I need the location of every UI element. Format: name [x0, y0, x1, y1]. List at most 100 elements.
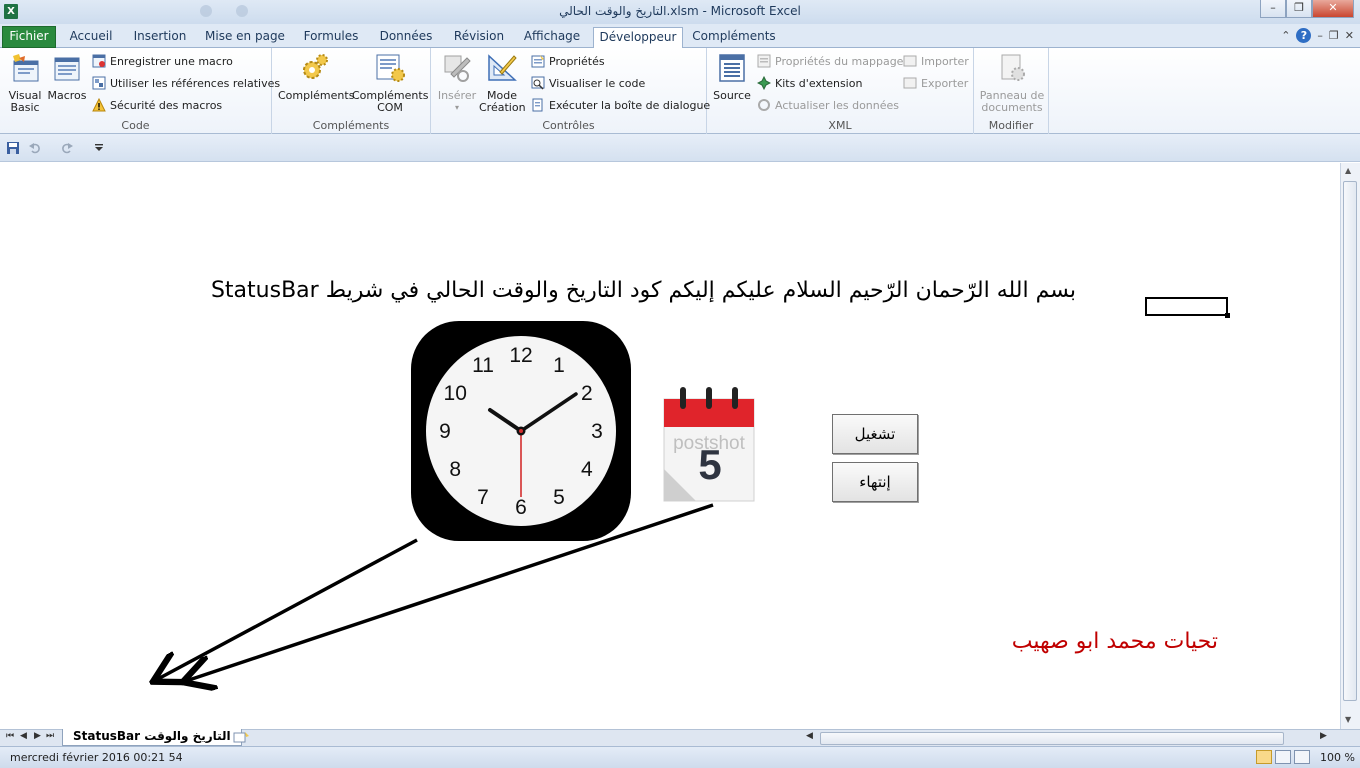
- record-macro-button[interactable]: Enregistrer une macro: [92, 52, 233, 70]
- page-layout-view-icon[interactable]: [1275, 750, 1291, 764]
- arrow-line: [186, 503, 714, 681]
- prev-sheet-icon[interactable]: ◀: [20, 731, 27, 741]
- window-controls: – ❐ ✕: [1260, 0, 1354, 20]
- sheet-tab-active[interactable]: التاريخ والوقت StatusBar: [62, 729, 242, 746]
- map-properties-button[interactable]: Propriétés du mappage: [757, 52, 903, 70]
- excel-window: X التاريخ والوقت الحالي.xlsm - Microsoft…: [0, 0, 1360, 768]
- arrow-line: [156, 538, 418, 680]
- help-icon[interactable]: ?: [1296, 28, 1312, 43]
- close-button[interactable]: ✕: [1312, 0, 1354, 18]
- worksheet[interactable]: بسم الله الرّحمان الرّحيم السلام عليكم إ…: [0, 163, 1340, 729]
- design-mode-label: Mode Création: [479, 89, 526, 114]
- restore-button[interactable]: ❐: [1286, 0, 1312, 18]
- expansion-packs-icon: [757, 76, 771, 90]
- quick-access-toolbar: [0, 134, 1360, 162]
- tab-mise-en-page[interactable]: Mise en page: [202, 27, 288, 48]
- visual-basic-button[interactable]: Visual Basic: [4, 52, 46, 114]
- tab-formules[interactable]: Formules: [298, 27, 364, 48]
- design-mode-button[interactable]: Mode Création: [479, 52, 526, 114]
- import-label: Importer: [921, 54, 969, 68]
- next-sheet-icon[interactable]: ▶: [34, 731, 41, 741]
- properties-label: Propriétés: [549, 54, 605, 68]
- status-bar: mercredi février 2016 00:21 54 100 %: [0, 746, 1360, 768]
- export-label: Exporter: [921, 76, 969, 90]
- export-button[interactable]: Exporter: [903, 74, 968, 92]
- workbook-close-icon[interactable]: ✕: [1345, 29, 1354, 42]
- ribbon: Visual Basic Macros Enregistrer une macr…: [0, 48, 1360, 134]
- status-text: mercredi février 2016 00:21 54: [10, 751, 183, 764]
- import-button[interactable]: Importer: [903, 52, 969, 70]
- macro-security-label: Sécurité des macros: [110, 98, 223, 112]
- scroll-down-icon[interactable]: ▼: [1345, 715, 1351, 724]
- macros-button[interactable]: Macros: [46, 52, 88, 102]
- tab-insertion[interactable]: Insertion: [128, 27, 192, 48]
- complements-label: Compléments: [278, 89, 355, 102]
- view-code-icon: [531, 76, 545, 90]
- visual-basic-icon: [13, 54, 39, 82]
- last-sheet-icon[interactable]: ⏭: [46, 731, 54, 741]
- document-panel-icon: [1001, 54, 1025, 81]
- zoom-level[interactable]: 100 %: [1320, 751, 1355, 764]
- export-icon: [903, 77, 917, 89]
- group-controles: Insérer ▾ Mode Création Propriétés Visua…: [431, 48, 710, 134]
- xml-source-button[interactable]: Source: [711, 52, 753, 102]
- title-bar: X التاريخ والوقت الحالي.xlsm - Microsoft…: [0, 0, 1360, 24]
- tools-icon: [444, 55, 471, 82]
- first-sheet-icon[interactable]: ⏮: [6, 731, 14, 741]
- macro-security-button[interactable]: Sécurité des macros: [92, 96, 222, 114]
- customize-toolbar-icon[interactable]: [92, 141, 106, 155]
- tab-file[interactable]: Fichier: [2, 26, 56, 48]
- horizontal-scroll-thumb[interactable]: [820, 732, 1284, 745]
- collapse-ribbon-icon[interactable]: ⌃: [1281, 29, 1290, 42]
- hscroll-left-icon[interactable]: ◀: [806, 731, 813, 741]
- insert-control-label: Insérer: [437, 89, 477, 102]
- group-code: Visual Basic Macros Enregistrer une macr…: [0, 48, 280, 134]
- pointer-arrows: [0, 503, 714, 729]
- view-code-label: Visualiser le code: [549, 76, 646, 90]
- page-break-view-icon[interactable]: [1294, 750, 1310, 764]
- complements-button[interactable]: Compléments: [278, 52, 355, 102]
- workbook-restore-icon[interactable]: ❐: [1329, 29, 1339, 42]
- properties-button[interactable]: Propriétés: [531, 52, 605, 70]
- run-dialog-label: Exécuter la boîte de dialogue: [549, 98, 711, 112]
- expansion-packs-button[interactable]: Kits d'extension: [757, 74, 862, 92]
- tab-developpeur[interactable]: Développeur: [593, 27, 683, 49]
- refresh-icon: [758, 99, 770, 111]
- redo-icon[interactable]: [60, 141, 74, 155]
- view-code-button[interactable]: Visualiser le code: [531, 74, 645, 92]
- hscroll-right-icon[interactable]: ▶: [1320, 731, 1327, 741]
- complements-com-label: Compléments COM: [352, 89, 429, 114]
- complements-com-button[interactable]: Compléments COM: [352, 52, 428, 114]
- properties-icon: [531, 55, 545, 68]
- xml-source-icon: [719, 54, 745, 82]
- refresh-data-button[interactable]: Actualiser les données: [757, 96, 899, 114]
- vertical-scrollbar[interactable]: ▲ ▼: [1340, 163, 1360, 729]
- tab-complements[interactable]: Compléments: [690, 27, 778, 48]
- save-icon[interactable]: [6, 141, 20, 155]
- scroll-up-icon[interactable]: ▲: [1345, 166, 1351, 175]
- normal-view-icon[interactable]: [1256, 750, 1272, 764]
- relative-references-icon: [92, 76, 106, 90]
- run-dialog-button[interactable]: Exécuter la boîte de dialogue: [531, 96, 710, 114]
- insert-control-button[interactable]: Insérer ▾: [435, 52, 479, 114]
- record-macro-icon: [92, 54, 106, 68]
- ribbon-tabs: Fichier Accueil Insertion Mise en page F…: [0, 24, 1360, 49]
- map-properties-icon: [757, 54, 771, 68]
- minimize-button[interactable]: –: [1260, 0, 1286, 18]
- document-panel-button[interactable]: Panneau de documents: [978, 52, 1046, 114]
- workbook-minimize-icon[interactable]: –: [1317, 29, 1323, 42]
- design-mode-icon: [488, 54, 517, 81]
- tab-donnees[interactable]: Données: [374, 27, 438, 48]
- tab-accueil[interactable]: Accueil: [64, 27, 118, 48]
- ribbon-right-controls: ⌃ ? – ❐ ✕: [1281, 28, 1354, 43]
- tab-affichage[interactable]: Affichage: [518, 27, 586, 48]
- group-label-xml: XML: [828, 119, 852, 132]
- insert-sheet-icon[interactable]: [232, 731, 250, 744]
- refresh-data-label: Actualiser les données: [775, 98, 900, 112]
- undo-icon[interactable]: [28, 141, 42, 155]
- document-panel-label: Panneau de documents: [979, 89, 1045, 114]
- tab-revision[interactable]: Révision: [448, 27, 510, 48]
- vertical-scroll-thumb[interactable]: [1343, 181, 1357, 701]
- relative-references-button[interactable]: Utiliser les références relatives: [92, 74, 280, 92]
- macros-icon: [54, 57, 80, 81]
